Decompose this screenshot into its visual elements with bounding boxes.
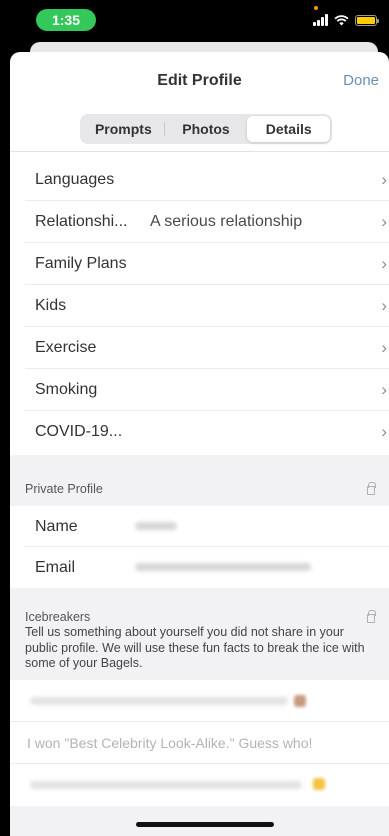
icebreakers-list: I won "Best Celebrity Look-Alike." Guess… xyxy=(10,680,389,806)
battery-icon xyxy=(355,14,379,26)
signal-icon xyxy=(313,14,328,26)
edit-profile-sheet: Edit Profile Done Prompts Photos Details… xyxy=(10,52,389,836)
detail-label: COVID-19... xyxy=(35,423,123,440)
status-icons xyxy=(313,12,379,28)
field-label: Email xyxy=(35,559,76,576)
header: Edit Profile Done xyxy=(10,52,389,108)
icebreaker-placeholder: I won "Best Celebrity Look-Alike." Guess… xyxy=(27,735,313,751)
privacy-indicator-icon xyxy=(314,6,318,10)
detail-row-kids[interactable]: Kids › xyxy=(25,285,389,327)
page-title: Edit Profile xyxy=(157,72,242,89)
private-profile-fields: Name Email xyxy=(10,506,389,588)
chevron-right-icon: › xyxy=(381,380,387,399)
detail-value: A serious relationship xyxy=(150,213,303,230)
detail-label: Exercise xyxy=(35,339,97,356)
detail-row-relationship[interactable]: Relationshi... A serious relationship › xyxy=(25,201,389,243)
chevron-right-icon: › xyxy=(381,338,387,357)
section-label: Icebreakers xyxy=(25,610,91,624)
divider xyxy=(10,151,389,152)
home-indicator[interactable] xyxy=(136,822,274,827)
chevron-right-icon: › xyxy=(381,254,387,273)
detail-row-smoking[interactable]: Smoking › xyxy=(25,369,389,411)
chevron-right-icon: › xyxy=(381,170,387,189)
detail-label: Family Plans xyxy=(35,255,127,272)
lock-icon xyxy=(367,610,376,623)
segmented-control: Prompts Photos Details xyxy=(80,114,332,144)
bottom-bar xyxy=(10,806,389,836)
wifi-icon xyxy=(334,15,349,26)
lock-icon xyxy=(367,482,376,495)
icebreakers-description: Tell us something about yourself you did… xyxy=(25,625,365,670)
name-field[interactable]: Name xyxy=(25,506,389,547)
redacted-icebreaker xyxy=(30,781,302,789)
chevron-right-icon: › xyxy=(381,422,387,441)
emoji-icon xyxy=(313,778,325,790)
tab-prompts[interactable]: Prompts xyxy=(82,116,165,142)
tab-photos[interactable]: Photos xyxy=(165,116,248,142)
detail-label: Smoking xyxy=(35,381,98,398)
detail-label: Relationshi... xyxy=(35,213,128,230)
status-bar: 1:35 xyxy=(0,0,389,34)
status-time[interactable]: 1:35 xyxy=(36,9,96,31)
redacted-value xyxy=(135,522,177,530)
email-field[interactable]: Email xyxy=(25,547,389,588)
chevron-right-icon: › xyxy=(381,296,387,315)
redacted-icebreaker xyxy=(30,697,288,705)
detail-row-languages[interactable]: Languages › xyxy=(25,159,389,201)
detail-row-covid[interactable]: COVID-19... › xyxy=(25,411,389,453)
detail-row-family-plans[interactable]: Family Plans › xyxy=(25,243,389,285)
detail-label: Languages xyxy=(35,171,115,188)
private-profile-section: Private Profile xyxy=(10,455,389,506)
detail-label: Kids xyxy=(35,297,67,314)
chevron-right-icon: › xyxy=(381,212,387,231)
icebreaker-row[interactable] xyxy=(10,680,389,722)
section-label: Private Profile xyxy=(25,482,103,496)
icebreaker-row[interactable]: I won "Best Celebrity Look-Alike." Guess… xyxy=(10,722,389,764)
icebreaker-row[interactable] xyxy=(10,764,389,806)
tab-details[interactable]: Details xyxy=(247,116,331,142)
field-label: Name xyxy=(35,518,78,535)
emoji-icon xyxy=(294,695,306,707)
details-list: Languages › Relationshi... A serious rel… xyxy=(10,159,389,453)
redacted-value xyxy=(135,563,311,571)
done-button[interactable]: Done xyxy=(343,72,379,89)
detail-row-exercise[interactable]: Exercise › xyxy=(25,327,389,369)
